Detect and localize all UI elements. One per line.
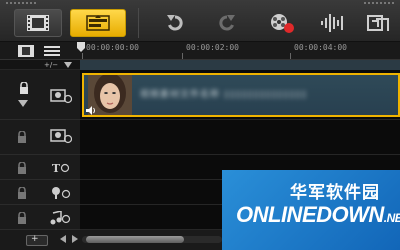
lock-icon[interactable] xyxy=(16,187,28,199)
lock-icon[interactable] xyxy=(16,162,28,174)
voice-track-button[interactable] xyxy=(49,185,73,201)
title-track-icon: T xyxy=(51,161,61,175)
video-track-icon xyxy=(50,89,72,104)
voice-track-icon xyxy=(52,187,71,199)
add-track-button[interactable]: + xyxy=(26,234,48,246)
track-toggle-icon xyxy=(60,163,70,173)
lock-icon[interactable] xyxy=(16,131,28,143)
undo-icon xyxy=(167,15,183,31)
scroll-right-icon[interactable] xyxy=(70,234,80,244)
ruler-tools xyxy=(0,42,80,60)
redo-icon xyxy=(219,15,235,31)
scrollbar-thumb[interactable] xyxy=(86,236,184,243)
watermark-en-net: .NET xyxy=(383,211,400,225)
list-icon[interactable] xyxy=(44,45,60,57)
overlay-track-lane[interactable] xyxy=(80,120,400,155)
track-expand-chevron-icon[interactable] xyxy=(18,100,28,107)
video-track-button[interactable] xyxy=(49,88,73,104)
lock-icon[interactable] xyxy=(16,82,32,94)
timeline-icon xyxy=(86,15,110,31)
timeline-ruler[interactable]: 00:00:00:00 00:00:02:00 00:00:04:00 xyxy=(0,42,400,60)
chevron-down-icon[interactable] xyxy=(64,62,72,68)
grip-dots-right xyxy=(364,2,394,6)
watermark-en-text: ONLINEDOWN.NET xyxy=(236,202,400,228)
film-strip-icon xyxy=(27,15,49,31)
overlay-track-header xyxy=(0,120,80,155)
toolbar-separator xyxy=(138,8,139,38)
title-track-header: T xyxy=(0,155,80,180)
timeline-view-button[interactable] xyxy=(70,9,126,37)
film-track-manager-icon[interactable] xyxy=(18,45,34,57)
record-icon xyxy=(271,14,294,33)
video-track-header xyxy=(0,70,80,120)
music-track-header xyxy=(0,205,80,230)
redo-button[interactable] xyxy=(212,9,242,37)
overlay-track-icon xyxy=(50,129,72,144)
undo-button[interactable] xyxy=(160,9,190,37)
time-mark-0: 00:00:00:00 xyxy=(86,43,139,52)
auto-music-button[interactable] xyxy=(362,9,396,37)
grip-dots-left xyxy=(6,2,36,6)
ruler-tick xyxy=(182,53,183,59)
watermark-en-main: ONLINEDOWN xyxy=(236,202,384,227)
zoom-label[interactable]: +/− xyxy=(44,60,58,70)
video-clip[interactable]: 视频素材文件名称 ▯▯▯▯▯▯▯▯▯▯▯▯▯▯ xyxy=(82,73,400,117)
scroll-left-icon[interactable] xyxy=(58,234,68,244)
watermark-cn-text: 华军软件园 xyxy=(290,183,380,203)
auto-music-icon xyxy=(367,15,389,31)
storyboard-view-button[interactable] xyxy=(14,9,62,37)
sound-mixer-button[interactable] xyxy=(316,9,350,37)
add-track-label: + xyxy=(31,234,39,244)
time-mark-1: 00:00:02:00 xyxy=(186,43,239,52)
ruler-tick xyxy=(290,53,291,59)
record-capture-button[interactable] xyxy=(264,9,300,37)
time-mark-2: 00:00:04:00 xyxy=(294,43,347,52)
lock-icon[interactable] xyxy=(16,212,28,224)
main-toolbar xyxy=(0,0,400,42)
clip-name: 视频素材文件名称 ▯▯▯▯▯▯▯▯▯▯▯▯▯▯ xyxy=(140,90,308,100)
music-track-icon xyxy=(50,211,71,225)
voice-track-header xyxy=(0,180,80,205)
sound-wave-icon xyxy=(321,14,343,32)
music-track-button[interactable] xyxy=(49,210,73,226)
track-area-top xyxy=(80,60,400,70)
title-track-button[interactable]: T xyxy=(49,160,73,176)
playhead-icon[interactable] xyxy=(76,42,86,60)
speaker-icon xyxy=(86,106,95,115)
overlay-track-button[interactable] xyxy=(49,128,73,144)
